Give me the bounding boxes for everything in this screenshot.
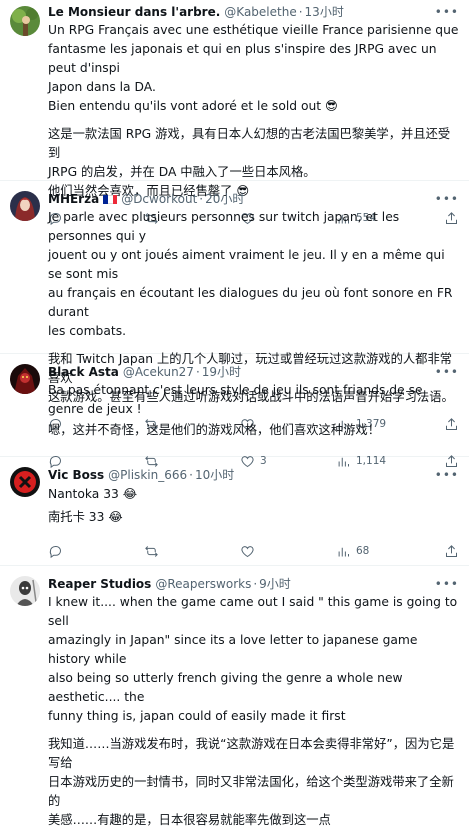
separator-dot: ·: [195, 365, 200, 379]
reply-tweet[interactable]: Reaper Studios @Reapersworks · 9小时 ••• I…: [0, 566, 469, 827]
translation-text: 嗯，这并不奇怪，这是他们的游戏风格，他们喜欢这种游戏！: [48, 423, 381, 437]
views-icon: [338, 547, 349, 556]
retweet-icon: [145, 545, 158, 557]
separator-dot: ·: [253, 577, 258, 591]
separator-dot: ·: [189, 468, 193, 482]
author-handle[interactable]: @Pliskin_666: [108, 467, 187, 483]
avatar[interactable]: [10, 364, 40, 394]
tweet-text: Un RPG Français avec une esthétique viei…: [48, 23, 459, 198]
author-handle[interactable]: @Reapersworks: [155, 576, 251, 592]
like-button[interactable]: [240, 544, 336, 559]
views-button[interactable]: 68: [336, 544, 432, 559]
separator-dot: ·: [298, 5, 303, 19]
more-icon[interactable]: •••: [435, 4, 459, 20]
more-icon[interactable]: •••: [435, 576, 459, 592]
reply-tweet[interactable]: Vic Boss @Pliskin_666 · 10小时 ••• Nantoka…: [0, 457, 469, 566]
views-count: 68: [356, 545, 370, 557]
author-name[interactable]: Le Monsieur dans l'arbre.: [48, 4, 220, 20]
timestamp[interactable]: 19小时: [202, 364, 241, 380]
author-name[interactable]: Vic Boss: [48, 467, 104, 483]
avatar[interactable]: [10, 191, 40, 221]
share-icon: [446, 544, 457, 557]
reply-tweet[interactable]: Black Asta @Acekun27 · 19小时 ••• Ba pas é…: [0, 354, 469, 468]
action-bar: 68: [48, 540, 459, 562]
timestamp[interactable]: 10小时: [195, 467, 234, 483]
translation-text: 南托卡 33 😂: [48, 510, 123, 524]
author-name[interactable]: Black Asta: [48, 364, 119, 380]
more-icon[interactable]: •••: [435, 191, 459, 207]
france-flag-icon: [103, 194, 118, 204]
heart-icon: [241, 545, 254, 557]
share-button[interactable]: [444, 544, 459, 559]
author-handle[interactable]: @Kabelethe: [224, 4, 296, 20]
author-name[interactable]: Reaper Studios: [48, 576, 151, 592]
timestamp[interactable]: 13小时: [305, 4, 344, 20]
author-handle[interactable]: @Acekun27: [123, 364, 194, 380]
translation-text: 这是一款法国 RPG 游戏，具有日本人幻想的古老法国巴黎美学，并且还受到: [48, 127, 451, 160]
avatar[interactable]: [10, 6, 40, 36]
reply-icon: [49, 545, 61, 558]
tweet-text: Ba pas étonnant c'est leurs style de jeu…: [48, 381, 459, 440]
separator-dot: ·: [199, 192, 204, 206]
author-name[interactable]: MHErza: [48, 191, 99, 207]
reply-tweet[interactable]: Le Monsieur dans l'arbre. @Kabelethe · 1…: [0, 0, 469, 225]
tweet-text: Nantoka 33 😂 南托卡 33 😂: [48, 484, 459, 528]
more-icon[interactable]: •••: [435, 364, 459, 380]
reply-tweet[interactable]: MHErza @Dcworkout · 20小时 ••• Je parle av…: [0, 181, 469, 431]
timestamp[interactable]: 20小时: [205, 191, 244, 207]
avatar[interactable]: [10, 576, 40, 606]
author-handle[interactable]: @Dcworkout: [121, 191, 197, 207]
retweet-button[interactable]: [144, 544, 240, 559]
timestamp[interactable]: 9小时: [259, 576, 291, 592]
more-icon[interactable]: •••: [435, 467, 459, 483]
tweet-text: I knew it.... when the game came out I s…: [48, 595, 458, 827]
avatar[interactable]: [10, 467, 40, 497]
translation-text: 我知道……当游戏发布时，我说“这款游戏在日本会卖得非常好”，因为它是写给: [48, 737, 455, 770]
reply-button[interactable]: [48, 544, 144, 559]
